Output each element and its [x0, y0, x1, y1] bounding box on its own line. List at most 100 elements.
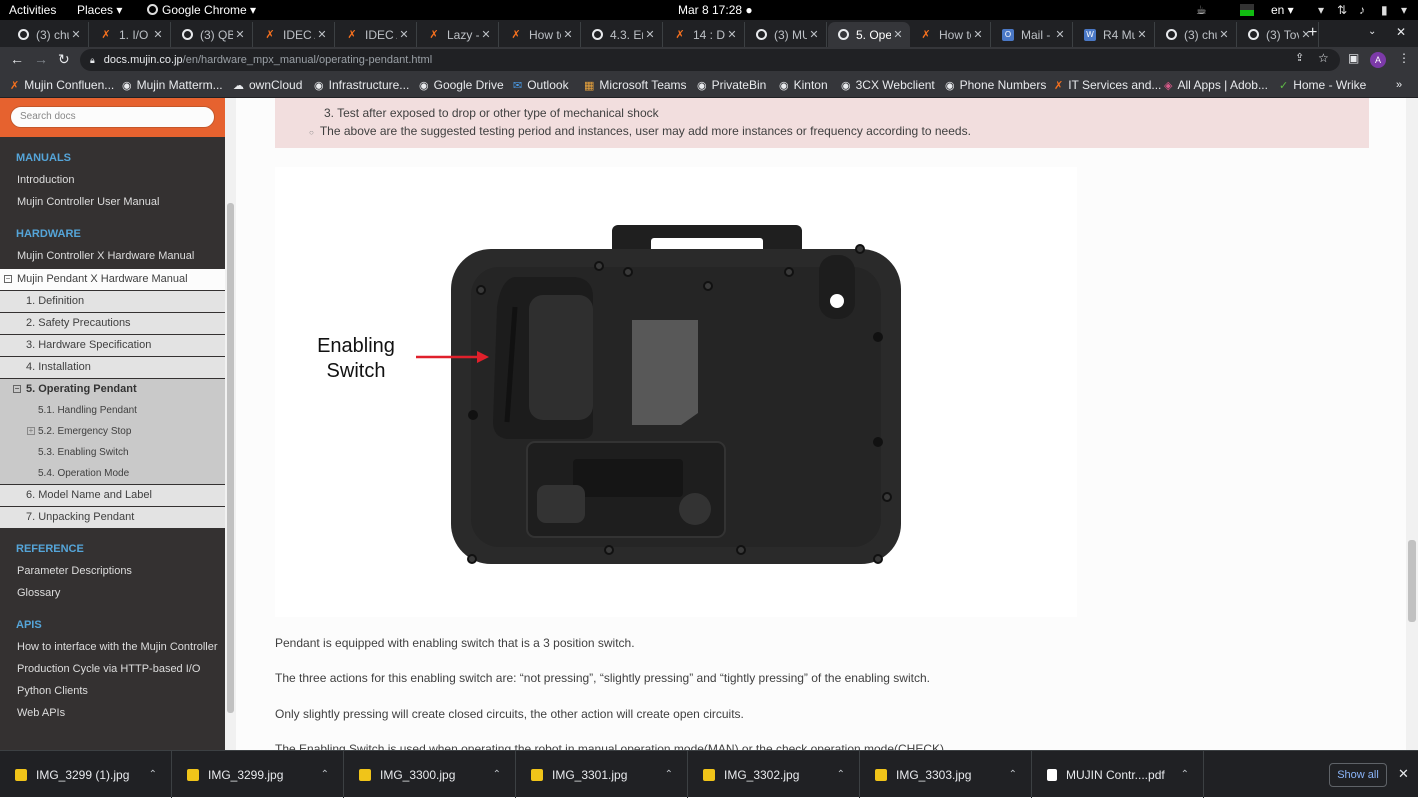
nav-controller-user-manual[interactable]: Mujin Controller User Manual	[0, 192, 225, 213]
browser-tab[interactable]: ✗ 14 : De✕	[664, 22, 745, 47]
nav-web-apis[interactable]: Web APIs	[0, 703, 225, 724]
bookmark-item[interactable]: ◉ PrivateBin	[697, 78, 766, 92]
download-item[interactable]: IMG_3303.jpg ⌃	[860, 751, 1032, 798]
page-scroll-thumb[interactable]	[1408, 540, 1416, 622]
download-options-chevron-icon[interactable]: ⌃	[665, 769, 673, 780]
bookmark-item[interactable]: ☁ ownCloud	[233, 78, 302, 92]
browser-tab[interactable]: W R4 Mu ✕	[1074, 22, 1155, 47]
activities-button[interactable]: Activities	[9, 3, 56, 17]
bookmark-item[interactable]: ◉ 3CX Webclient	[841, 78, 935, 92]
places-menu[interactable]: Places ▾	[77, 3, 122, 17]
tab-close-icon[interactable]: ✕	[971, 28, 985, 41]
download-options-chevron-icon[interactable]: ⌃	[493, 769, 501, 780]
nav-hardware-specification[interactable]: 3. Hardware Specification	[0, 335, 225, 356]
network-icon[interactable]: ⇅	[1337, 3, 1347, 17]
download-item[interactable]: MUJIN Contr....pdf ⌃	[1032, 751, 1204, 798]
close-downloads-icon[interactable]: ✕	[1398, 766, 1409, 782]
download-options-chevron-icon[interactable]: ⌃	[837, 769, 845, 780]
browser-tab[interactable]: ✗ Lazy - ✕	[418, 22, 499, 47]
tab-close-icon[interactable]: ✕	[643, 28, 657, 41]
nav-model-name-label[interactable]: 6. Model Name and Label	[0, 485, 225, 506]
download-options-chevron-icon[interactable]: ⌃	[321, 769, 329, 780]
tab-close-icon[interactable]: ✕	[891, 28, 905, 41]
forward-icon[interactable]: →	[34, 51, 48, 67]
bookmark-item[interactable]: ◉ Mujin Matterm...	[122, 78, 223, 92]
nav-python-clients[interactable]: Python Clients	[0, 681, 225, 702]
browser-tab[interactable]: 5. Ope ✕	[828, 22, 910, 47]
new-tab-button[interactable]: +	[1308, 24, 1317, 42]
volume-icon[interactable]: ♪	[1359, 3, 1365, 17]
bookmark-item[interactable]: ◈ All Apps | Adob...	[1164, 78, 1268, 92]
browser-tab[interactable]: (3) chu✕	[1156, 22, 1237, 47]
nav-operating-pendant[interactable]: − 5. Operating Pendant	[0, 379, 225, 400]
nav-controller-x-hardware[interactable]: Mujin Controller X Hardware Manual	[0, 246, 225, 267]
nav-introduction[interactable]: Introduction	[0, 170, 225, 191]
browser-tab[interactable]: ✗ How to✕	[910, 22, 991, 47]
window-close-icon[interactable]: ✕	[1396, 25, 1406, 39]
coffee-icon[interactable]: ☕	[1196, 3, 1207, 17]
share-icon[interactable]: ⇪	[1295, 51, 1304, 64]
download-item[interactable]: IMG_3302.jpg ⌃	[688, 751, 860, 798]
tab-close-icon[interactable]: ✕	[1053, 28, 1067, 41]
browser-tab[interactable]: O Mail - ✕	[992, 22, 1073, 47]
browser-tab[interactable]: (3) chu✕	[8, 22, 89, 47]
nav-emergency-stop[interactable]: + 5.2. Emergency Stop	[0, 421, 225, 442]
tab-close-icon[interactable]: ✕	[1217, 28, 1231, 41]
bookmark-item[interactable]: ▦ Microsoft Teams	[584, 78, 687, 92]
nav-enabling-switch[interactable]: 5.3. Enabling Switch	[0, 442, 225, 463]
battery-icon[interactable]: ▮	[1381, 3, 1388, 17]
page-scrollbar[interactable]	[1406, 98, 1418, 750]
nav-handling-pendant[interactable]: 5.1. Handling Pendant	[0, 400, 225, 421]
download-options-chevron-icon[interactable]: ⌃	[1009, 769, 1017, 780]
reload-icon[interactable]: ↻	[58, 51, 70, 68]
tab-close-icon[interactable]: ✕	[397, 28, 411, 41]
sidebar-scroll-thumb[interactable]	[227, 203, 234, 713]
browser-tab[interactable]: 4.3. Er ✕	[582, 22, 663, 47]
bookmark-item[interactable]: ✉ Outlook	[513, 78, 569, 92]
clock[interactable]: Mar 8 17:28 ●	[678, 3, 753, 17]
bookmark-item[interactable]: ✗ IT Services and...	[1054, 78, 1161, 92]
search-docs-input[interactable]: Search docs	[10, 106, 215, 128]
show-all-downloads-button[interactable]: Show all	[1329, 763, 1387, 787]
browser-tab[interactable]: ✗ IDEC A✕	[254, 22, 335, 47]
browser-tab[interactable]: (3) Tov ✕	[1238, 22, 1319, 47]
more-bookmarks-icon[interactable]: »	[1396, 79, 1402, 91]
download-item[interactable]: IMG_3299.jpg ⌃	[172, 751, 344, 798]
download-options-chevron-icon[interactable]: ⌃	[149, 769, 157, 780]
tab-close-icon[interactable]: ✕	[561, 28, 575, 41]
chrome-menu-icon[interactable]: ⋮	[1398, 51, 1410, 65]
tab-close-icon[interactable]: ✕	[725, 28, 739, 41]
download-item[interactable]: IMG_3299 (1).jpg ⌃	[0, 751, 172, 798]
browser-tab[interactable]: (3) QB ✕	[172, 22, 253, 47]
tab-search-chevron-icon[interactable]: ⌄	[1368, 26, 1376, 37]
bookmark-item[interactable]: ✓ Home - Wrike	[1279, 78, 1366, 92]
collapse-icon[interactable]: −	[4, 275, 12, 283]
power-menu-icon[interactable]: ▾	[1401, 3, 1407, 17]
tab-close-icon[interactable]: ✕	[807, 28, 821, 41]
bookmark-item[interactable]: ◉ Phone Numbers	[945, 78, 1046, 92]
tab-close-icon[interactable]: ✕	[69, 28, 83, 41]
browser-tab[interactable]: ✗ 1. I/O S✕	[90, 22, 171, 47]
nav-parameter-descriptions[interactable]: Parameter Descriptions	[0, 561, 225, 582]
bookmark-item[interactable]: ◉ Infrastructure...	[314, 78, 409, 92]
tab-close-icon[interactable]: ✕	[151, 28, 165, 41]
app-menu[interactable]: Google Chrome ▾	[147, 3, 256, 17]
expand-icon[interactable]: +	[27, 427, 35, 435]
nav-production-cycle[interactable]: Production Cycle via HTTP-based I/O	[0, 659, 225, 680]
bookmark-star-icon[interactable]: ☆	[1318, 51, 1329, 65]
download-item[interactable]: IMG_3300.jpg ⌃	[344, 751, 516, 798]
address-bar[interactable]: 🔒︎ docs.mujin.co.jp/en/hardware_mpx_manu…	[80, 49, 1340, 71]
nav-unpacking-pendant[interactable]: 7. Unpacking Pendant	[0, 507, 225, 528]
nav-interface-controller[interactable]: How to interface with the Mujin Controll…	[0, 637, 225, 658]
nav-safety-precautions[interactable]: 2. Safety Precautions	[0, 313, 225, 334]
nav-glossary[interactable]: Glossary	[0, 583, 225, 604]
download-options-chevron-icon[interactable]: ⌃	[1181, 769, 1189, 780]
browser-tab[interactable]: ✗ IDEC A✕	[336, 22, 417, 47]
nav-pendant-x-hardware[interactable]: − Mujin Pendant X Hardware Manual	[0, 269, 225, 290]
tab-close-icon[interactable]: ✕	[233, 28, 247, 41]
tab-close-icon[interactable]: ✕	[315, 28, 329, 41]
tab-close-icon[interactable]: ✕	[1135, 28, 1149, 41]
tab-close-icon[interactable]: ✕	[479, 28, 493, 41]
bookmark-item[interactable]: ✗ Mujin Confluen...	[10, 78, 114, 92]
browser-tab[interactable]: ✗ How to✕	[500, 22, 581, 47]
